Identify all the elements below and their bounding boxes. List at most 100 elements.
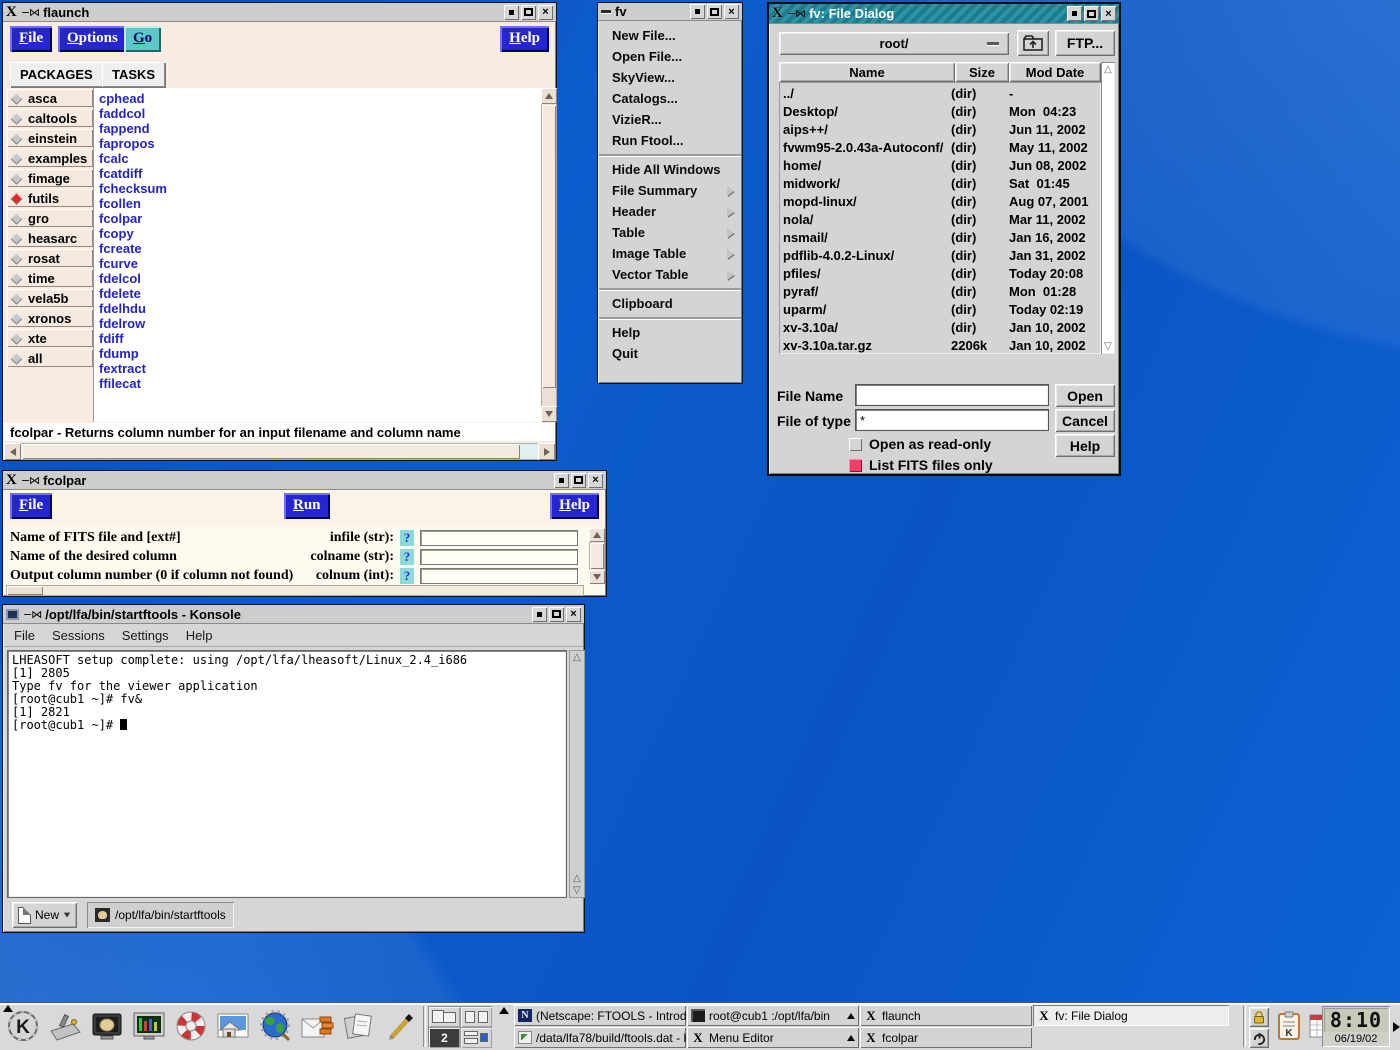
package-button[interactable]: xte — [7, 329, 93, 347]
menu-item[interactable]: Help — [186, 628, 213, 643]
file-menu-button[interactable]: File — [10, 493, 52, 519]
package-button[interactable]: time — [7, 269, 93, 287]
package-button[interactable]: caltools — [7, 109, 93, 127]
writer-launcher[interactable] — [382, 1007, 420, 1045]
scroll-up-icon[interactable]: △ — [573, 652, 581, 663]
maximize-button[interactable] — [571, 473, 586, 488]
task-link[interactable]: fcalc — [99, 151, 541, 166]
konsole-titlebar[interactable]: −⋈ /opt/lfa/bin/startftools - Konsole × — [3, 605, 584, 624]
scroll-down-icon[interactable]: ▽ — [573, 885, 581, 896]
help-menu-button[interactable]: Help — [500, 26, 549, 52]
klipper-tray-button[interactable]: K — [1274, 1011, 1304, 1041]
file-row[interactable]: xv-3.10a/ (dir) Jan 10, 2002 — [779, 318, 1101, 336]
minimize-button[interactable] — [532, 607, 547, 622]
file-row[interactable]: mopd-linux/ (dir) Aug 07, 2001 — [779, 192, 1101, 210]
scroll-down-button[interactable] — [541, 406, 557, 422]
minimize-button[interactable] — [504, 5, 519, 20]
desktop-pager[interactable]: 2 — [428, 1006, 492, 1047]
task-link[interactable]: fextract — [99, 361, 541, 376]
package-button[interactable]: examples — [7, 149, 93, 167]
pager-desktop-2-current[interactable]: 2 — [429, 1028, 460, 1048]
parameter-input[interactable] — [420, 530, 578, 546]
minimize-button[interactable] — [690, 4, 705, 19]
notes-launcher[interactable] — [340, 1007, 378, 1045]
terminal[interactable]: LHEASOFT setup complete: using /opt/lfa/… — [7, 650, 567, 898]
menu-item[interactable]: Help — [598, 322, 742, 343]
file-row[interactable]: xv-3.10a.tar.gz 2206k Jan 10, 2002 — [779, 336, 1101, 354]
new-session-button[interactable]: New — [12, 902, 77, 928]
menu-item[interactable]: Sessions — [52, 628, 105, 643]
package-button[interactable]: vela5b — [7, 289, 93, 307]
column-header-size[interactable]: Size — [955, 62, 1009, 82]
package-button[interactable]: einstein — [7, 129, 93, 147]
desk-launcher[interactable] — [46, 1007, 84, 1045]
mail-launcher[interactable] — [298, 1007, 336, 1045]
task-link[interactable]: fdelrow — [99, 316, 541, 331]
help-button[interactable]: Help — [1055, 434, 1115, 457]
file-row[interactable]: uparm/ (dir) Today 02:19 — [779, 300, 1101, 318]
taskbar-button[interactable]: fcolpar — [860, 1027, 1032, 1048]
menu-item[interactable]: Image Table — [598, 243, 742, 264]
fits-only-checkbox[interactable] — [849, 459, 862, 472]
up-directory-button[interactable] — [1017, 30, 1049, 56]
fcolpar-scrollbar[interactable] — [589, 528, 605, 584]
file-row[interactable]: home/ (dir) Jun 08, 2002 — [779, 156, 1101, 174]
file-row[interactable]: ../ (dir) - — [779, 84, 1101, 102]
package-button[interactable]: all — [7, 349, 93, 367]
scroll-down-button[interactable] — [589, 570, 605, 584]
window-menu-icon[interactable] — [601, 10, 611, 13]
panel-hide-arrow-right-icon[interactable] — [1393, 1022, 1400, 1032]
fcolpar-titlebar[interactable]: X −⋈ fcolpar × — [3, 471, 606, 490]
column-header-moddate[interactable]: Mod Date — [1009, 62, 1101, 82]
parameter-help-button[interactable]: ? — [400, 549, 414, 565]
package-button[interactable]: xronos — [7, 309, 93, 327]
ftp-button[interactable]: FTP... — [1055, 30, 1115, 56]
task-link[interactable]: faddcol — [99, 106, 541, 121]
parameter-help-button[interactable]: ? — [400, 568, 414, 584]
read-only-checkbox[interactable] — [849, 438, 862, 451]
package-button[interactable]: gro — [7, 209, 93, 227]
scroll-up-button[interactable] — [541, 88, 557, 104]
go-button[interactable]: Go — [124, 26, 161, 52]
scroll-up-icon[interactable]: △ — [1104, 64, 1112, 75]
task-link[interactable]: fcurve — [99, 256, 541, 271]
menu-item[interactable]: File Summary — [598, 180, 742, 201]
task-link[interactable]: fcolpar — [99, 211, 541, 226]
task-link[interactable]: fdiff — [99, 331, 541, 346]
k-menu-button[interactable]: K — [4, 1007, 42, 1045]
fv-titlebar[interactable]: fv × — [598, 3, 742, 21]
taskbar-button[interactable] — [1033, 1027, 1229, 1048]
close-button[interactable]: × — [1101, 6, 1116, 21]
menu-item[interactable]: Open File... — [598, 46, 742, 67]
maximize-button[interactable] — [521, 5, 536, 20]
package-button[interactable]: rosat — [7, 249, 93, 267]
logout-button[interactable] — [1249, 1028, 1269, 1048]
horizontal-scrollbar[interactable] — [4, 443, 555, 460]
file-row[interactable]: aips++/ (dir) Jun 11, 2002 — [779, 120, 1101, 138]
scroll-up-icon[interactable]: △ — [573, 873, 581, 884]
maximize-button[interactable] — [707, 4, 722, 19]
close-button[interactable]: × — [588, 473, 603, 488]
browser-launcher[interactable] — [256, 1007, 294, 1045]
scrollbar-thumb[interactable] — [542, 105, 556, 388]
menu-item[interactable]: File — [14, 628, 35, 643]
file-row[interactable]: pfiles/ (dir) Today 20:08 — [779, 264, 1101, 282]
task-link[interactable]: fappend — [99, 121, 541, 136]
task-link[interactable]: fcopy — [99, 226, 541, 241]
task-link[interactable]: cphead — [99, 91, 541, 106]
task-link[interactable]: fdelhdu — [99, 301, 541, 316]
cancel-button[interactable]: Cancel — [1055, 409, 1115, 432]
session-tab[interactable]: /opt/lfa/bin/startftools — [87, 902, 234, 928]
task-link[interactable]: fcreate — [99, 241, 541, 256]
file-row[interactable]: pdflib-4.0.2-Linux/ (dir) Jan 31, 2002 — [779, 246, 1101, 264]
task-link[interactable]: fapropos — [99, 136, 541, 151]
scroll-down-icon[interactable]: ▽ — [1104, 341, 1112, 352]
run-button[interactable]: Run — [284, 493, 330, 519]
file-row[interactable]: nola/ (dir) Mar 11, 2002 — [779, 210, 1101, 228]
lock-screen-button[interactable] — [1249, 1007, 1269, 1027]
parameter-help-button[interactable]: ? — [400, 530, 414, 546]
task-link[interactable]: fchecksum — [99, 181, 541, 196]
system-monitor-launcher[interactable] — [130, 1007, 168, 1045]
menu-item[interactable]: Vector Table — [598, 264, 742, 285]
package-button[interactable]: heasarc — [7, 229, 93, 247]
